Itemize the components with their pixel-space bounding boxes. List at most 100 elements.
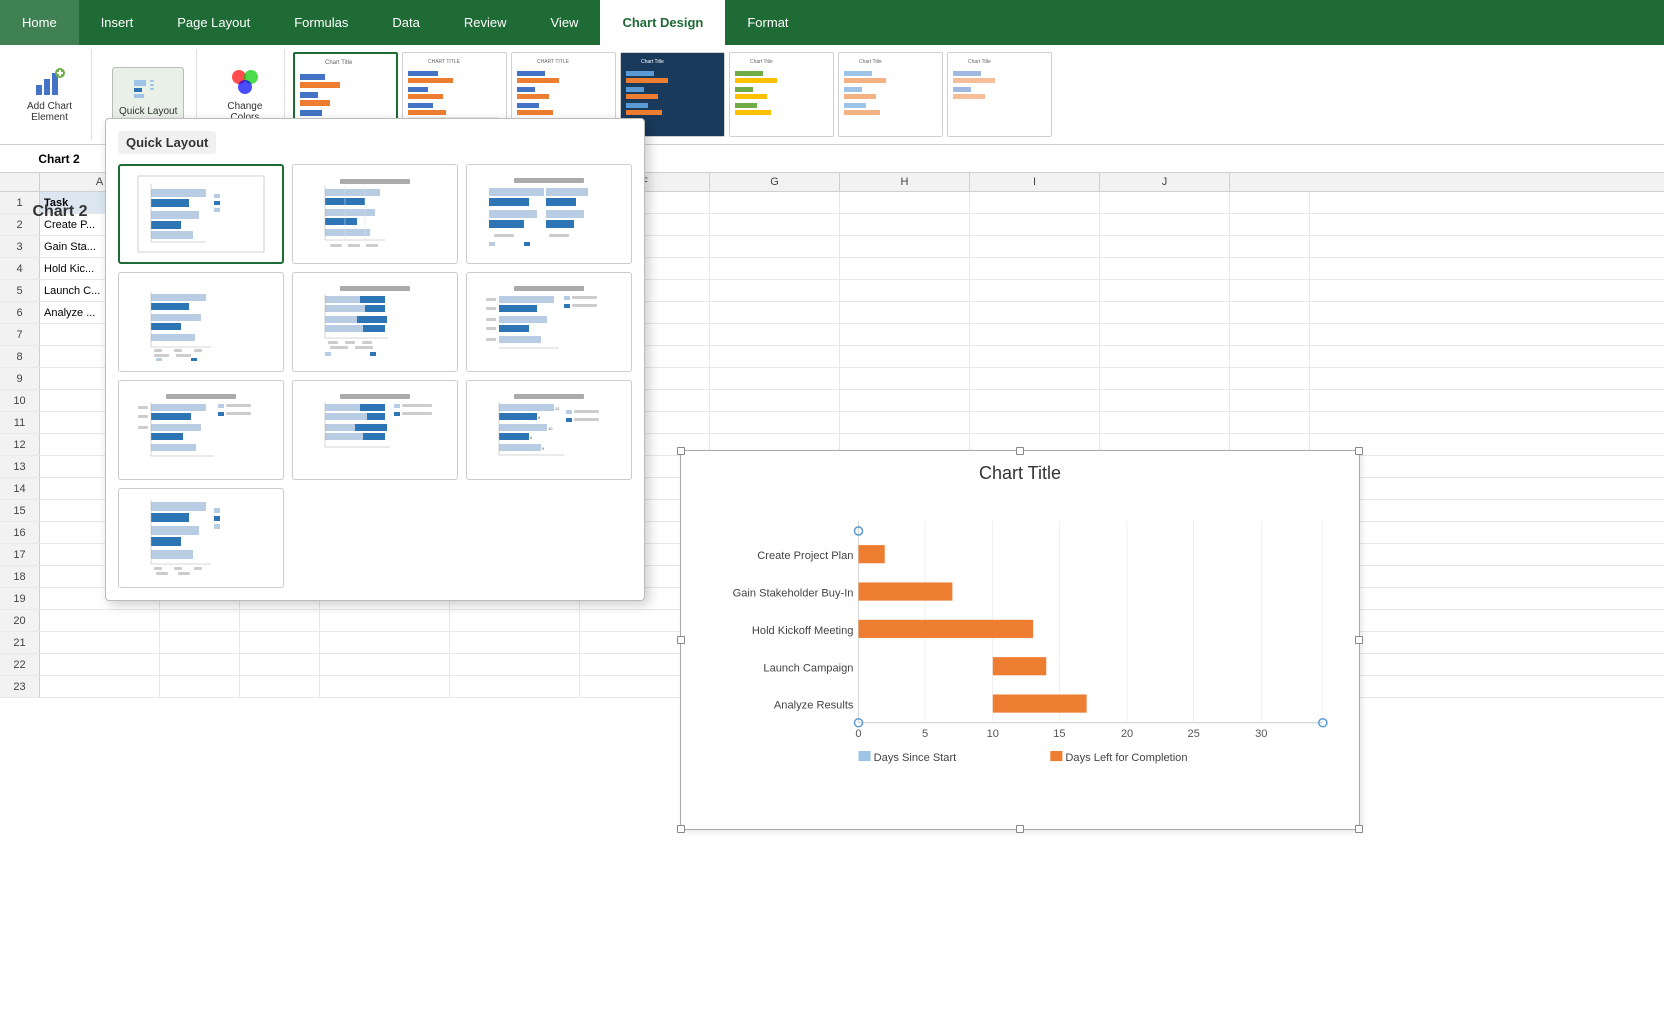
- cell[interactable]: [840, 258, 970, 279]
- cell[interactable]: [970, 324, 1100, 345]
- layout-item-7[interactable]: [118, 380, 284, 480]
- cell[interactable]: [840, 214, 970, 235]
- cell[interactable]: [1100, 258, 1230, 279]
- layout-item-10[interactable]: [118, 488, 284, 588]
- resize-handle-br[interactable]: [1355, 825, 1363, 833]
- chart-style-5[interactable]: Chart Title: [729, 52, 834, 137]
- cell[interactable]: [710, 302, 840, 323]
- cell[interactable]: [710, 258, 840, 279]
- col-header-j[interactable]: J: [1100, 173, 1230, 191]
- cell[interactable]: [1100, 280, 1230, 301]
- tab-page-layout[interactable]: Page Layout: [155, 0, 272, 45]
- layout-item-4[interactable]: [118, 272, 284, 372]
- add-chart-element-button[interactable]: Add ChartElement: [20, 62, 79, 128]
- cell[interactable]: [710, 214, 840, 235]
- cell[interactable]: [450, 632, 580, 653]
- cell[interactable]: [1230, 192, 1310, 213]
- cell[interactable]: [710, 346, 840, 367]
- cell[interactable]: [840, 192, 970, 213]
- cell[interactable]: [1230, 412, 1310, 433]
- cell[interactable]: [450, 610, 580, 631]
- cell[interactable]: [710, 368, 840, 389]
- cell[interactable]: [1230, 214, 1310, 235]
- layout-item-3[interactable]: [466, 164, 632, 264]
- cell[interactable]: [710, 192, 840, 213]
- col-header-g[interactable]: G: [710, 173, 840, 191]
- cell[interactable]: [40, 654, 160, 675]
- cell[interactable]: [1230, 390, 1310, 411]
- cell[interactable]: [970, 346, 1100, 367]
- cell[interactable]: [1230, 280, 1310, 301]
- tab-format[interactable]: Format: [725, 0, 810, 45]
- cell[interactable]: [240, 654, 320, 675]
- resize-handle-bl[interactable]: [677, 825, 685, 833]
- tab-insert[interactable]: Insert: [79, 0, 156, 45]
- cell[interactable]: [970, 412, 1100, 433]
- cell[interactable]: [160, 654, 240, 675]
- cell[interactable]: [840, 324, 970, 345]
- cell[interactable]: [970, 192, 1100, 213]
- cell[interactable]: [1230, 236, 1310, 257]
- resize-handle-tl[interactable]: [677, 447, 685, 455]
- cell[interactable]: [160, 676, 240, 697]
- cell[interactable]: [970, 302, 1100, 323]
- cell[interactable]: [840, 412, 970, 433]
- cell[interactable]: [1230, 258, 1310, 279]
- col-header-i[interactable]: I: [970, 173, 1100, 191]
- cell[interactable]: [710, 236, 840, 257]
- cell[interactable]: [320, 632, 450, 653]
- cell[interactable]: [40, 676, 160, 697]
- cell[interactable]: [970, 236, 1100, 257]
- cell[interactable]: [240, 676, 320, 697]
- cell[interactable]: [970, 368, 1100, 389]
- quick-layout-button[interactable]: Quick Layout: [112, 67, 184, 122]
- layout-item-9[interactable]: 12 8 10 6 9: [466, 380, 632, 480]
- resize-handle-bm[interactable]: [1016, 825, 1024, 833]
- name-box[interactable]: Chart 2: [0, 145, 120, 173]
- cell[interactable]: [840, 280, 970, 301]
- cell[interactable]: [710, 324, 840, 345]
- cell[interactable]: [1230, 346, 1310, 367]
- tab-data[interactable]: Data: [370, 0, 441, 45]
- layout-item-1[interactable]: [118, 164, 284, 264]
- cell[interactable]: [40, 632, 160, 653]
- cell[interactable]: [710, 280, 840, 301]
- cell[interactable]: [1100, 324, 1230, 345]
- tab-chart-design[interactable]: Chart Design: [600, 0, 725, 45]
- cell[interactable]: [970, 280, 1100, 301]
- cell[interactable]: [1100, 214, 1230, 235]
- cell[interactable]: [40, 610, 160, 631]
- cell[interactable]: [840, 236, 970, 257]
- tab-review[interactable]: Review: [442, 0, 529, 45]
- resize-handle-ml[interactable]: [677, 636, 685, 644]
- cell[interactable]: [710, 412, 840, 433]
- cell[interactable]: [1230, 368, 1310, 389]
- cell[interactable]: [710, 390, 840, 411]
- cell[interactable]: [240, 610, 320, 631]
- resize-handle-tm[interactable]: [1016, 447, 1024, 455]
- cell[interactable]: [1100, 368, 1230, 389]
- cell[interactable]: [840, 390, 970, 411]
- tab-home[interactable]: Home: [0, 0, 79, 45]
- chart-container[interactable]: Chart Title 0 5 10 15 20 25 30 Cr: [680, 450, 1360, 830]
- cell[interactable]: [1100, 302, 1230, 323]
- cell[interactable]: [160, 610, 240, 631]
- cell[interactable]: [970, 390, 1100, 411]
- cell[interactable]: [1100, 346, 1230, 367]
- cell[interactable]: [970, 214, 1100, 235]
- tab-formulas[interactable]: Formulas: [272, 0, 370, 45]
- cell[interactable]: [240, 632, 320, 653]
- cell[interactable]: [1100, 390, 1230, 411]
- cell[interactable]: [450, 676, 580, 697]
- layout-item-6[interactable]: [466, 272, 632, 372]
- cell[interactable]: [1100, 412, 1230, 433]
- chart-style-6[interactable]: Chart Title: [838, 52, 943, 137]
- cell[interactable]: [320, 654, 450, 675]
- cell[interactable]: [450, 654, 580, 675]
- cell[interactable]: [1100, 192, 1230, 213]
- resize-handle-mr[interactable]: [1355, 636, 1363, 644]
- cell[interactable]: [840, 346, 970, 367]
- cell[interactable]: [840, 302, 970, 323]
- cell[interactable]: [1100, 236, 1230, 257]
- cell[interactable]: [1230, 324, 1310, 345]
